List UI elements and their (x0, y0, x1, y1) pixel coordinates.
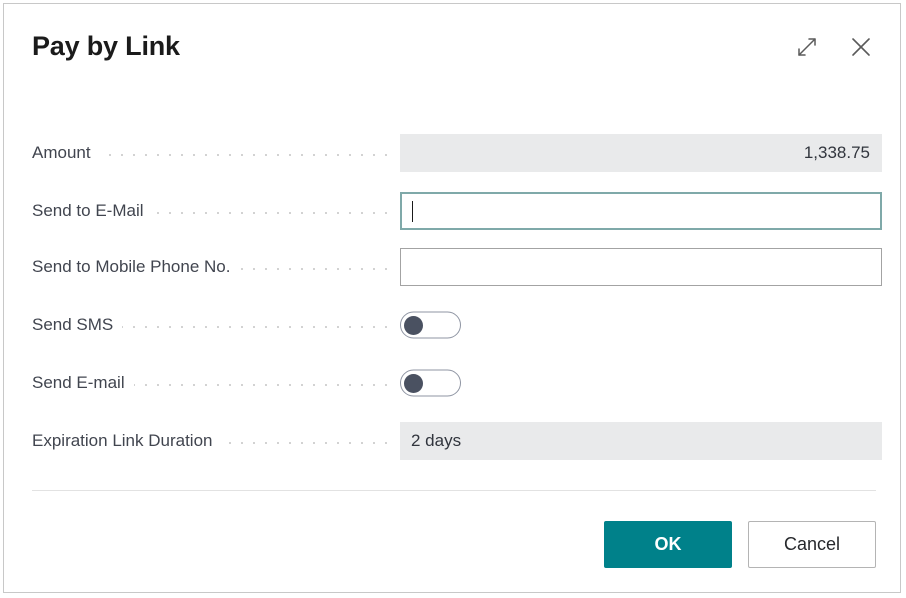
field-row-amount: Amount 1,338.75 (4, 134, 900, 172)
field-row-send-email: Send E-mail (4, 364, 900, 402)
field-row-send-to-email: Send to E-Mail (4, 192, 900, 230)
label-send-to-mobile-phone-no: Send to Mobile Phone No. (32, 257, 240, 277)
send-email-toggle[interactable] (400, 369, 461, 397)
pay-by-link-dialog: Pay by Link Amount 1,338.75 Send to E-Ma… (3, 3, 901, 593)
ok-button[interactable]: OK (604, 520, 732, 568)
cancel-button[interactable]: Cancel (748, 520, 876, 568)
text-caret (412, 200, 413, 222)
header-icon-group (790, 30, 878, 64)
label-send-to-email: Send to E-Mail (32, 201, 153, 221)
label-send-email: Send E-mail (32, 373, 134, 393)
dialog-title: Pay by Link (32, 31, 180, 61)
dialog-footer: OK Cancel (4, 514, 900, 574)
field-row-send-to-mobile-phone-no: Send to Mobile Phone No. (4, 248, 900, 286)
label-send-sms: Send SMS (32, 315, 123, 335)
toggle-knob (404, 315, 423, 335)
dialog-header: Pay by Link (4, 4, 900, 96)
close-icon[interactable] (844, 30, 878, 64)
amount-field: 1,338.75 (400, 134, 882, 172)
send-to-email-input[interactable] (400, 192, 882, 230)
footer-divider (32, 490, 876, 491)
send-to-mobile-phone-no-input[interactable] (400, 248, 882, 286)
toggle-knob (404, 373, 423, 393)
field-row-send-sms: Send SMS (4, 306, 900, 344)
label-amount: Amount (32, 143, 100, 163)
send-sms-toggle[interactable] (400, 311, 461, 339)
expand-diagonal-icon[interactable] (790, 30, 824, 64)
field-row-expiration-link-duration: Expiration Link Duration 2 days (4, 422, 900, 460)
expiration-link-duration-field: 2 days (400, 422, 882, 460)
label-expiration-link-duration: Expiration Link Duration (32, 431, 222, 451)
